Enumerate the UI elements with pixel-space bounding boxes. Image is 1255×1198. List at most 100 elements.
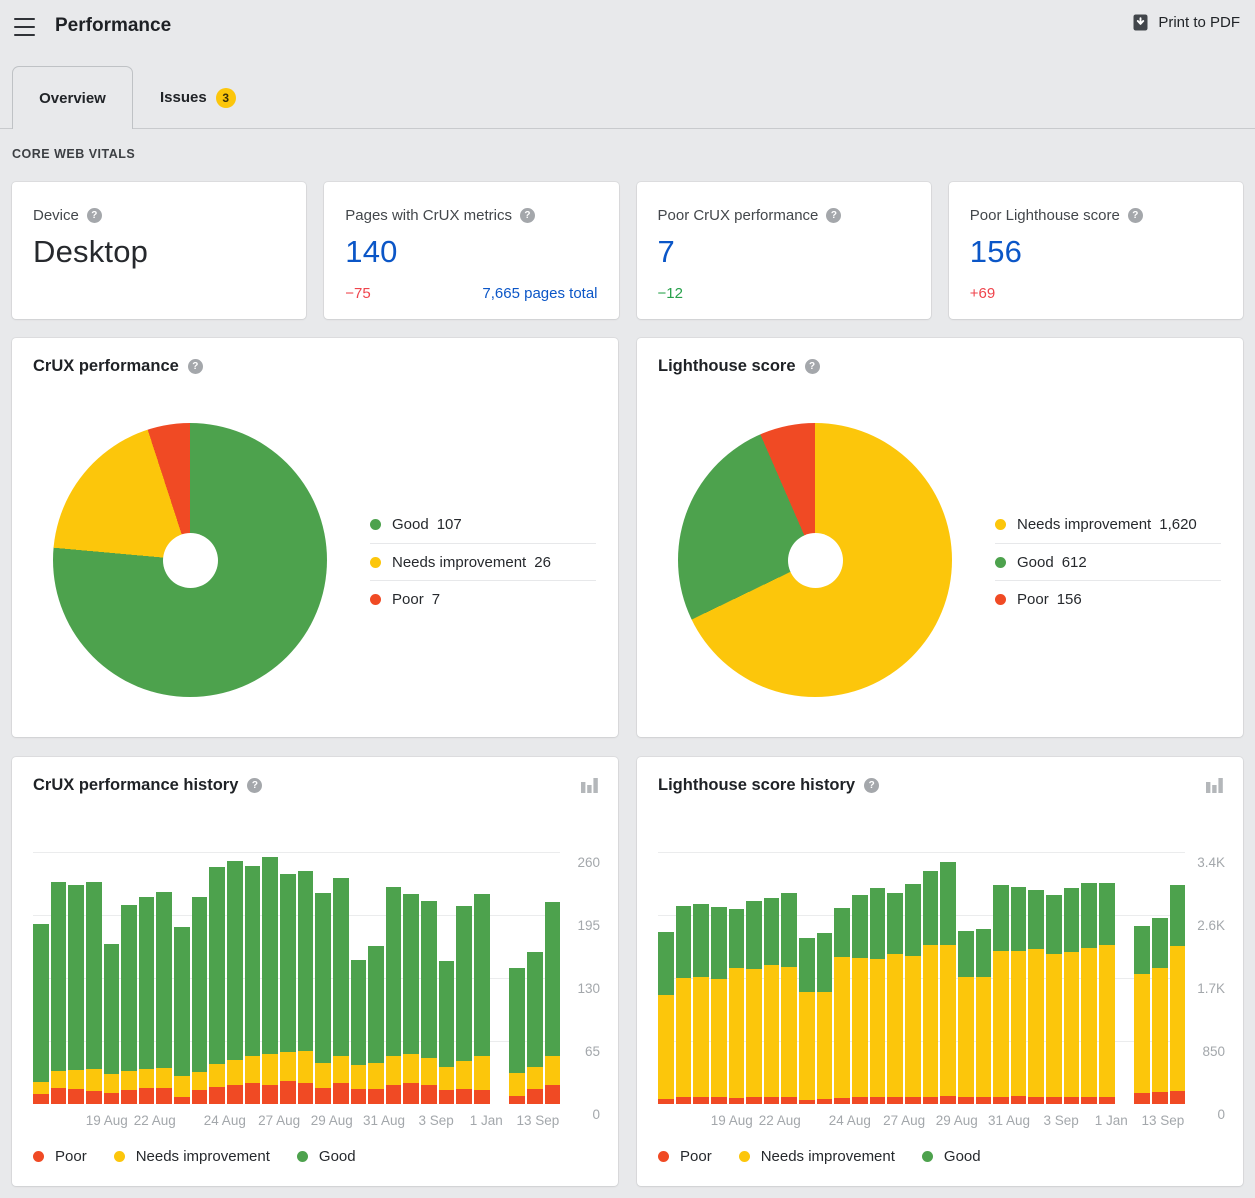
pages-total-link[interactable]: 7,665 pages total xyxy=(482,285,597,302)
stacked-bar xyxy=(799,852,815,1104)
bar-segment-ni xyxy=(262,1054,278,1085)
stacked-bar xyxy=(1046,852,1062,1104)
hamburger-menu-icon[interactable] xyxy=(14,18,35,37)
bar-segment-poor xyxy=(799,1100,815,1104)
stacked-bar xyxy=(139,852,155,1104)
stat-card-poor-lighthouse: Poor Lighthouse score ? 156 +69 xyxy=(949,182,1243,319)
bar-segment-good xyxy=(262,857,278,1054)
bar-segment-good xyxy=(209,867,225,1065)
tab-issues[interactable]: Issues 3 xyxy=(133,66,263,129)
bar-segment-poor xyxy=(315,1088,331,1104)
crux-performance-donut-chart xyxy=(53,423,327,697)
bar-segment-ni xyxy=(456,1061,472,1088)
lighthouse-donut-legend: Needs improvement 1,620 Good 612 Poor 15… xyxy=(995,506,1221,617)
stacked-bar xyxy=(192,852,208,1104)
stacked-bar xyxy=(729,852,745,1104)
bar-segment-ni xyxy=(545,1056,561,1085)
bar-segment-poor xyxy=(209,1087,225,1104)
stacked-bar xyxy=(104,852,120,1104)
bar-segment-ni xyxy=(33,1082,49,1095)
bar-segment-ni xyxy=(509,1073,525,1096)
bar-segment-poor xyxy=(905,1097,921,1104)
bar-segment-ni xyxy=(711,979,727,1098)
bar-segment-poor xyxy=(870,1097,886,1104)
legend-item: Good xyxy=(922,1148,981,1165)
legend-label: Good xyxy=(1017,554,1054,571)
stacked-bar xyxy=(658,852,674,1104)
lighthouse-score-history-card: Lighthouse score history ? 3.4K2.6K1.7K8… xyxy=(637,757,1243,1186)
lighthouse-history-title: Lighthouse score history xyxy=(658,776,855,795)
bar-segment-poor xyxy=(156,1088,172,1104)
legend-item: Poor xyxy=(33,1148,87,1165)
bar-segment-ni xyxy=(474,1056,490,1091)
bar-segment-poor xyxy=(192,1090,208,1104)
good-dot-icon xyxy=(995,557,1006,568)
bar-segment-poor xyxy=(1046,1097,1062,1104)
help-icon[interactable]: ? xyxy=(247,778,262,793)
stat-delta-poor-crux: −12 xyxy=(658,285,683,302)
bar-segment-ni xyxy=(315,1063,331,1087)
bar-segment-poor xyxy=(262,1085,278,1104)
bar-segment-ni xyxy=(764,965,780,1097)
legend-item: Good xyxy=(297,1148,356,1165)
bar-segment-ni xyxy=(227,1060,243,1084)
issues-count-badge: 3 xyxy=(216,88,236,108)
bar-segment-good xyxy=(729,909,745,968)
legend-item: Good 107 xyxy=(370,506,596,543)
lighthouse-score-donut-chart xyxy=(678,423,952,697)
stacked-bar xyxy=(1170,852,1186,1104)
legend-value: 107 xyxy=(437,516,462,533)
help-icon[interactable]: ? xyxy=(826,208,841,223)
x-axis-label: 29 Aug xyxy=(311,1113,353,1128)
stacked-bar xyxy=(174,852,190,1104)
bar-segment-ni xyxy=(351,1065,367,1089)
stacked-bar xyxy=(817,852,833,1104)
bar-chart-icon[interactable] xyxy=(581,777,598,793)
bar-segment-good xyxy=(545,902,561,1055)
bar-segment-good xyxy=(870,888,886,959)
bar-segment-good xyxy=(1152,918,1168,968)
bar-segment-poor xyxy=(1011,1096,1027,1104)
bar-segment-good xyxy=(351,960,367,1066)
stacked-bar xyxy=(746,852,762,1104)
bar-segment-ni xyxy=(976,977,992,1098)
legend-label: Good xyxy=(944,1148,981,1165)
bar-segment-good xyxy=(315,893,331,1064)
stacked-bar xyxy=(781,852,797,1104)
poor-dot-icon xyxy=(33,1151,44,1162)
bar-segment-ni xyxy=(1099,945,1115,1096)
bar-segment-poor xyxy=(834,1098,850,1104)
legend-value: 612 xyxy=(1062,554,1087,571)
bar-segment-good xyxy=(527,952,543,1067)
stacked-bar xyxy=(245,852,261,1104)
bar-segment-ni xyxy=(209,1064,225,1086)
y-axis-label: 2.6K xyxy=(1185,918,1225,933)
bar-segment-good xyxy=(1064,888,1080,952)
bar-segment-good xyxy=(711,907,727,979)
help-icon[interactable]: ? xyxy=(188,359,203,374)
help-icon[interactable]: ? xyxy=(805,359,820,374)
bar-segment-ni xyxy=(403,1054,419,1083)
help-icon[interactable]: ? xyxy=(520,208,535,223)
tab-overview[interactable]: Overview xyxy=(12,66,133,129)
bar-segment-ni xyxy=(439,1067,455,1090)
print-to-pdf-button[interactable]: Print to PDF xyxy=(1132,14,1240,31)
stacked-bar xyxy=(693,852,709,1104)
lighthouse-score-title: Lighthouse score xyxy=(658,357,796,376)
stacked-bar xyxy=(764,852,780,1104)
bar-segment-ni xyxy=(280,1052,296,1081)
help-icon[interactable]: ? xyxy=(1128,208,1143,223)
bar-segment-good xyxy=(1028,890,1044,949)
stacked-bar xyxy=(333,852,349,1104)
stacked-bar xyxy=(940,852,956,1104)
help-icon[interactable]: ? xyxy=(864,778,879,793)
bar-chart-icon[interactable] xyxy=(1206,777,1223,793)
bar-segment-poor xyxy=(693,1097,709,1104)
help-icon[interactable]: ? xyxy=(87,208,102,223)
bar-segment-good xyxy=(1134,926,1150,973)
stacked-bar xyxy=(1064,852,1080,1104)
bar-segment-ni xyxy=(746,969,762,1097)
bar-segment-good xyxy=(834,908,850,957)
bar-segment-poor xyxy=(1170,1091,1186,1104)
bar-segment-poor xyxy=(227,1085,243,1104)
